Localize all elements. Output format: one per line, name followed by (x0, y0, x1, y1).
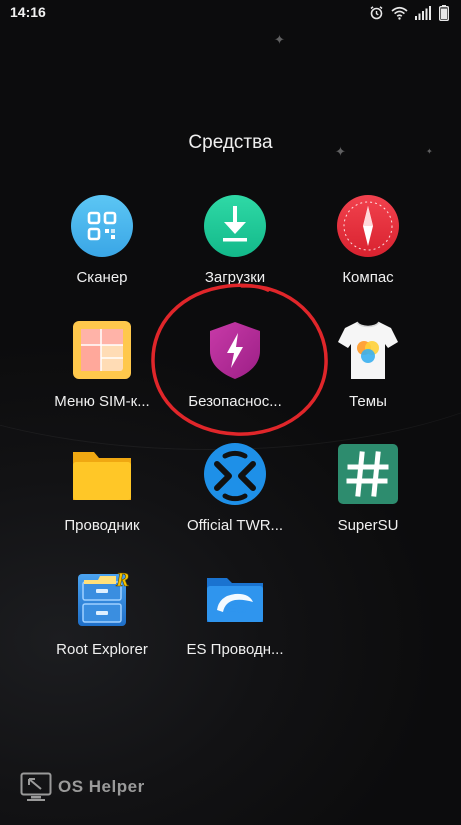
app-root-explorer[interactable]: R Root Explorer (32, 566, 172, 658)
app-twrp[interactable]: Official TWR... (165, 442, 305, 534)
app-label: Root Explorer (56, 641, 148, 658)
app-compass[interactable]: Компас (298, 194, 438, 286)
compass-icon (336, 194, 400, 258)
root-explorer-cabinet-icon: R (70, 566, 134, 630)
signal-icon (415, 5, 431, 20)
app-label: Проводник (64, 517, 140, 534)
security-shield-icon (203, 318, 267, 382)
status-bar: 14:16 (0, 0, 461, 26)
app-label: Безопаснос... (188, 393, 282, 410)
app-label: Меню SIM-к... (54, 393, 150, 410)
app-label: SuperSU (337, 517, 399, 534)
app-label: Загрузки (204, 269, 266, 286)
app-downloads[interactable]: Загрузки (165, 194, 305, 286)
alarm-icon (370, 6, 383, 20)
watermark-text: OS Helper (58, 777, 145, 796)
app-label: ES Проводн... (186, 641, 284, 658)
svg-text:ES: ES (227, 600, 247, 617)
folder-icon (70, 442, 134, 506)
sparkle-decoration: ✦ (274, 32, 285, 47)
battery-icon (439, 4, 449, 21)
wifi-icon (391, 6, 408, 20)
es-explorer-icon: ES (203, 566, 267, 630)
supersu-hash-icon (336, 442, 400, 506)
os-helper-logo-icon (20, 772, 52, 801)
download-icon (203, 194, 267, 258)
app-label: Темы (349, 393, 387, 410)
app-file-manager[interactable]: Проводник (32, 442, 172, 534)
app-supersu[interactable]: SuperSU (298, 442, 438, 534)
home-screen: ✦ ✦ ✦ 14:16 Средства Сканер Загрузки Ком… (0, 0, 461, 825)
app-label: Сканер (76, 269, 128, 286)
scanner-icon (70, 194, 134, 258)
svg-text:R: R (115, 569, 129, 591)
app-es-explorer[interactable]: ES ES Проводн... (165, 566, 305, 658)
app-label: Official TWR... (186, 517, 284, 534)
app-security[interactable]: Безопаснос... (165, 318, 305, 410)
folder-title: Средства (188, 132, 273, 153)
app-themes[interactable]: Темы (298, 318, 438, 410)
app-scanner[interactable]: Сканер (32, 194, 172, 286)
status-icons (369, 4, 449, 21)
sim-menu-icon (70, 318, 134, 382)
twrp-icon (203, 442, 267, 506)
themes-tshirt-icon (336, 318, 400, 382)
watermark: OS Helper (20, 772, 145, 802)
app-label: Компас (342, 269, 394, 286)
status-time: 14:16 (10, 4, 46, 20)
app-sim-menu[interactable]: Меню SIM-к... (32, 318, 172, 410)
